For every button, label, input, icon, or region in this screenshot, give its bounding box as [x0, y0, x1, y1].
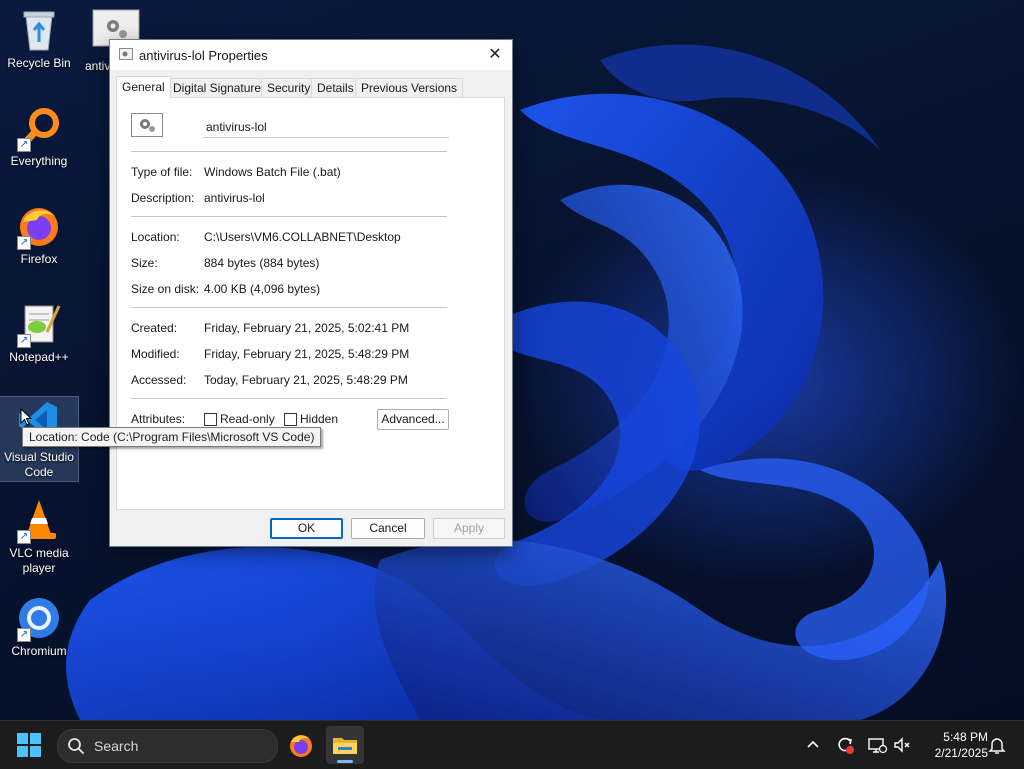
notepadpp-icon: ↗	[17, 302, 61, 348]
taskbar: Search 5:48 PM 2/21/2025	[0, 720, 1024, 769]
network-icon[interactable]	[866, 734, 888, 756]
shortcut-arrow-icon: ↗	[17, 138, 31, 152]
firefox-icon: ↗	[17, 204, 61, 250]
type-value: Windows Batch File (.bat)	[204, 165, 341, 179]
apply-button[interactable]: Apply	[433, 518, 505, 539]
file-name-input[interactable]	[203, 117, 449, 138]
general-tab-panel: Type of file: Windows Batch File (.bat) …	[116, 97, 505, 510]
accessed-label: Accessed:	[131, 373, 187, 387]
divider	[131, 216, 447, 217]
checkbox-box[interactable]	[204, 413, 217, 426]
size-label: Size:	[131, 256, 158, 270]
desktop-icon-vlc[interactable]: ↗ VLC media player	[0, 498, 78, 576]
search-icon	[67, 737, 85, 755]
created-value: Friday, February 21, 2025, 5:02:41 PM	[204, 321, 410, 335]
desktop-icon-label: VLC media player	[9, 546, 69, 575]
tab-details[interactable]: Details	[311, 78, 360, 98]
size-on-disk-label: Size on disk:	[131, 282, 200, 296]
readonly-checkbox-label: Read-only	[220, 412, 275, 426]
active-app-indicator	[337, 760, 353, 763]
attributes-label: Attributes:	[131, 412, 186, 426]
desktop-icon-everything[interactable]: ↗ Everything	[0, 106, 78, 169]
description-value: antivirus-lol	[204, 191, 265, 205]
desktop-icon-label: Recycle Bin	[7, 56, 71, 70]
desktop-icon-label: Firefox	[20, 252, 58, 266]
properties-dialog: antivirus-lol Properties ✕ General Digit…	[109, 39, 513, 547]
desktop-icon-label: Visual Studio Code	[4, 450, 74, 479]
tab-previous-versions[interactable]: Previous Versions	[355, 78, 464, 98]
update-icon[interactable]	[834, 734, 856, 756]
taskbar-clock[interactable]: 5:48 PM 2/21/2025	[918, 729, 988, 761]
volume-muted-icon[interactable]	[891, 734, 913, 756]
advanced-button[interactable]: Advanced...	[377, 409, 449, 430]
dialog-title: antivirus-lol Properties	[139, 48, 268, 63]
windows-start-icon[interactable]	[16, 732, 42, 758]
location-label: Location:	[131, 230, 180, 244]
desktop-icon-label: Chromium	[11, 644, 67, 658]
accessed-value: Today, February 21, 2025, 5:48:29 PM	[204, 373, 408, 387]
file-icon	[131, 113, 163, 137]
modified-label: Modified:	[131, 347, 180, 361]
taskbar-search-box[interactable]: Search	[57, 729, 278, 763]
notification-bell-icon[interactable]	[986, 734, 1008, 756]
search-placeholder: Search	[94, 738, 139, 754]
location-tooltip: Location: Code (C:\Program Files\Microso…	[22, 427, 322, 447]
cancel-button[interactable]: Cancel	[351, 518, 425, 539]
desktop-icon-label: Notepad++	[9, 350, 69, 364]
batch-file-icon	[119, 48, 133, 60]
hidden-checkbox-label: Hidden	[300, 412, 339, 426]
divider	[131, 151, 447, 152]
divider	[131, 398, 447, 399]
shortcut-arrow-icon: ↗	[17, 334, 31, 348]
vlc-icon: ↗	[17, 498, 61, 544]
shortcut-arrow-icon: ↗	[17, 530, 31, 544]
clock-time: 5:48 PM	[943, 730, 988, 744]
shortcut-arrow-icon: ↗	[17, 628, 31, 642]
desktop-icon-recycle-bin[interactable]: Recycle Bin	[0, 8, 78, 71]
created-label: Created:	[131, 321, 178, 335]
desktop-icon-notepadpp[interactable]: ↗ Notepad++	[0, 302, 78, 365]
desktop-icon-chromium[interactable]: ↗ Chromium	[0, 596, 78, 659]
modified-value: Friday, February 21, 2025, 5:48:29 PM	[204, 347, 410, 361]
divider	[131, 307, 447, 308]
recycle-bin-icon	[17, 8, 61, 52]
dialog-titlebar[interactable]: antivirus-lol Properties ✕	[110, 40, 512, 70]
tab-digital-signatures[interactable]: Digital Signatures	[167, 78, 274, 98]
shortcut-arrow-icon: ↗	[17, 236, 31, 250]
taskbar-firefox-button[interactable]	[282, 726, 320, 764]
type-label: Type of file:	[131, 165, 193, 179]
chromium-icon: ↗	[17, 596, 61, 642]
size-value: 884 bytes (884 bytes)	[204, 256, 320, 270]
mouse-cursor-icon	[20, 407, 33, 431]
location-value: C:\Users\VM6.COLLABNET\Desktop	[204, 230, 401, 244]
description-label: Description:	[131, 191, 195, 205]
tab-general[interactable]: General	[116, 76, 171, 99]
clock-date: 2/21/2025	[934, 746, 988, 760]
size-on-disk-value: 4.00 KB (4,096 bytes)	[204, 282, 321, 296]
close-icon[interactable]: ✕	[478, 40, 512, 70]
checkbox-box[interactable]	[284, 413, 297, 426]
desktop-icon-label: Everything	[10, 154, 68, 168]
desktop-icon-firefox[interactable]: ↗ Firefox	[0, 204, 78, 267]
ok-button[interactable]: OK	[270, 518, 343, 539]
taskbar-file-explorer-button[interactable]	[326, 726, 364, 764]
everything-search-icon: ↗	[17, 106, 61, 152]
tab-security[interactable]: Security	[261, 78, 317, 98]
chevron-up-icon[interactable]	[802, 734, 824, 756]
